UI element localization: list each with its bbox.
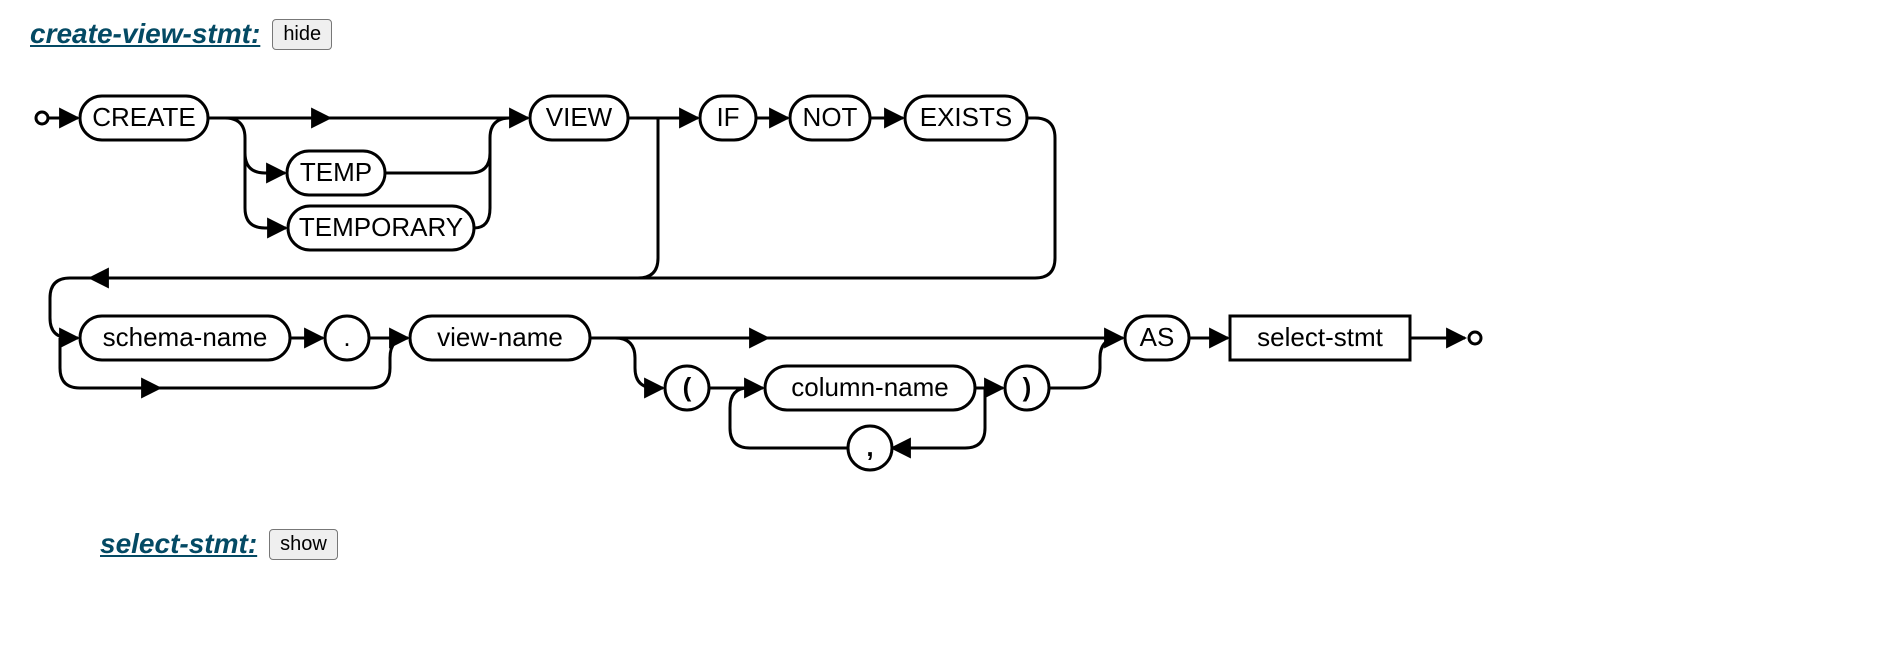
syntax-diagram: CREATE TEMP TEMPORARY VIEW IF	[30, 58, 1510, 498]
node-as: AS	[1125, 316, 1189, 360]
node-temporary: TEMPORARY	[288, 206, 474, 250]
svg-text:column-name: column-name	[791, 372, 949, 402]
node-if: IF	[700, 96, 756, 140]
create-view-link[interactable]: create-view-stmt:	[30, 18, 260, 50]
show-button[interactable]: show	[269, 529, 338, 560]
node-comma: ,	[848, 426, 892, 470]
svg-text:NOT: NOT	[803, 102, 858, 132]
svg-text:IF: IF	[716, 102, 739, 132]
svg-text:select-stmt: select-stmt	[1257, 322, 1383, 352]
node-exists: EXISTS	[905, 96, 1027, 140]
svg-text:VIEW: VIEW	[546, 102, 613, 132]
svg-text:view-name: view-name	[437, 322, 563, 352]
svg-text:TEMPORARY: TEMPORARY	[299, 212, 463, 242]
svg-text:TEMP: TEMP	[300, 157, 372, 187]
node-select-stmt: select-stmt	[1230, 316, 1410, 360]
svg-text:CREATE: CREATE	[92, 102, 196, 132]
node-view: VIEW	[530, 96, 628, 140]
svg-text:AS: AS	[1140, 322, 1175, 352]
node-column-name: column-name	[765, 366, 975, 410]
node-schema-name: schema-name	[80, 316, 290, 360]
hide-button[interactable]: hide	[272, 19, 332, 50]
node-create: CREATE	[80, 96, 208, 140]
heading-select-stmt: select-stmt: show	[100, 528, 1870, 560]
node-not: NOT	[790, 96, 870, 140]
node-temp: TEMP	[287, 151, 385, 195]
svg-text:schema-name: schema-name	[103, 322, 268, 352]
node-lparen: (	[665, 366, 709, 410]
node-view-name: view-name	[410, 316, 590, 360]
select-stmt-link[interactable]: select-stmt:	[100, 528, 257, 560]
svg-text:): )	[1023, 372, 1032, 402]
svg-text:,: ,	[866, 432, 873, 462]
node-rparen: )	[1005, 366, 1049, 410]
svg-text:.: .	[343, 322, 350, 352]
heading-create-view: create-view-stmt: hide	[30, 18, 1870, 50]
node-dot: .	[325, 316, 369, 360]
svg-text:EXISTS: EXISTS	[920, 102, 1012, 132]
svg-text:(: (	[683, 372, 692, 402]
